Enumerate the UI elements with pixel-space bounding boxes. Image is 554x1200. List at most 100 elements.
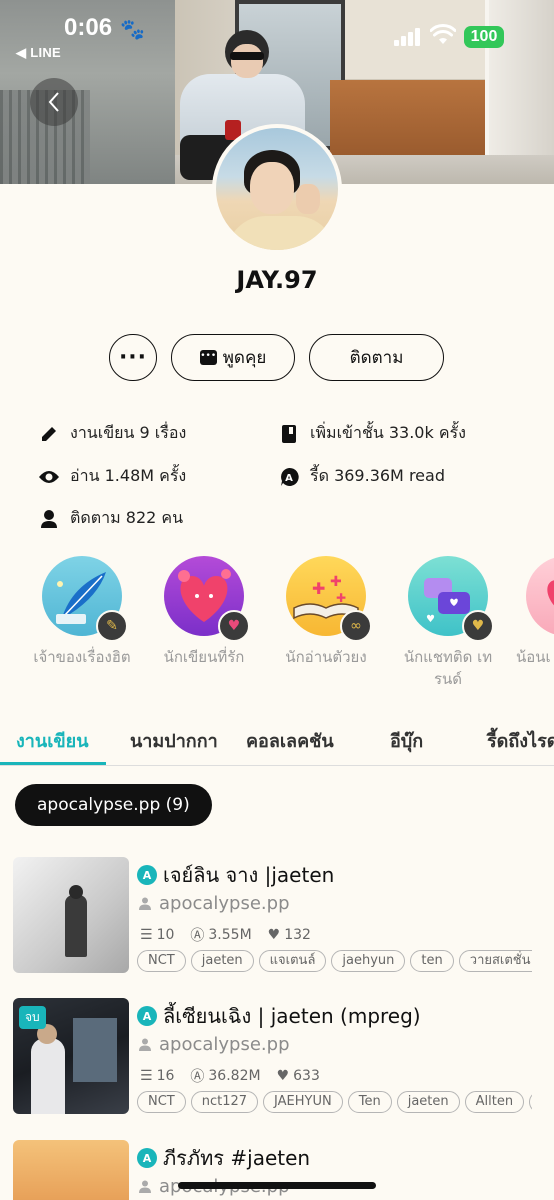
- tag[interactable]: แจเตนล์: [258, 950, 327, 972]
- tab-pen-names[interactable]: นามปากกา: [130, 726, 218, 755]
- book-cover[interactable]: [13, 857, 129, 973]
- badge-beloved-author[interactable]: ♥ นักเขียนที่รัก: [144, 556, 264, 668]
- readawrite-icon: A: [137, 1006, 157, 1026]
- chevron-left-icon: [48, 92, 59, 112]
- tag[interactable]: jaeten: [396, 1091, 460, 1113]
- tag[interactable]: NCT: [137, 1091, 186, 1113]
- stat-followers-text: ติดตาม 822 คน: [70, 508, 184, 527]
- list-icon: ☰: [140, 1068, 153, 1084]
- read-count-icon: Ⓐ: [190, 1069, 205, 1085]
- stat-reads-total: A รี้ด 369.36M read: [278, 464, 445, 489]
- badge-label: นักแชทติด เทรนด์: [403, 648, 493, 688]
- book-stats: ☰ 10 Ⓐ 3.55M ♥ 132: [140, 925, 311, 945]
- status-time: 0:06: [64, 14, 113, 41]
- person-icon: [139, 897, 151, 910]
- stat-works-text: งานเขียน 9 เรื่อง: [70, 423, 187, 442]
- book-author[interactable]: apocalypse.pp: [139, 1034, 290, 1055]
- chapter-count: 10: [156, 927, 175, 943]
- badge-trending-chatter[interactable]: ♥ ♥ นักแชทติด เทรนด์: [388, 556, 508, 690]
- list-icon: ☰: [140, 927, 153, 943]
- tag[interactable]: ten: [410, 950, 454, 972]
- book-title-text: ภีรภัทร #jaeten: [163, 1146, 311, 1170]
- book-author[interactable]: apocalypse.pp: [139, 893, 290, 914]
- readawrite-icon: A: [278, 466, 300, 488]
- person-icon: [38, 508, 60, 530]
- back-to-app-link[interactable]: ◀ LINE: [16, 45, 61, 61]
- tag[interactable]: Ten: [347, 1091, 392, 1113]
- eye-icon: [38, 466, 60, 488]
- tag-list: NCT jaeten แจเตนล์ jaehyun ten วายสเตชั่น: [137, 949, 532, 975]
- stat-library-text: เพิ่มเข้าชั้น 33.0k ครั้ง: [310, 423, 466, 442]
- read-count-icon: Ⓐ: [190, 928, 205, 944]
- like-count: 132: [284, 927, 311, 943]
- tag[interactable]: wa: [529, 1091, 532, 1113]
- readawrite-icon: A: [137, 1148, 157, 1168]
- wifi-icon: [430, 24, 456, 44]
- follow-button-label: ติดตาม: [349, 348, 404, 368]
- tag-list: NCTnct127JAEHYUNTenjaetenAlltenwa: [137, 1090, 532, 1116]
- battery-indicator: 100: [464, 26, 504, 48]
- badge-label: น้อนเ: [516, 648, 551, 666]
- completed-badge: จบ: [19, 1006, 46, 1029]
- avatar[interactable]: [212, 124, 342, 254]
- paw-icon: 🐾: [120, 17, 145, 41]
- book-cover[interactable]: [13, 1140, 129, 1200]
- book-title[interactable]: A ลี้เซียนเฉิง | jaeten (mpreg): [137, 1000, 421, 1032]
- chat-button-label: พูดคุย: [222, 348, 267, 368]
- heart-icon: [547, 580, 554, 606]
- like-count: 633: [293, 1068, 320, 1084]
- badge-hit-author[interactable]: ✎ เจ้าของเรื่องฮิต: [22, 556, 142, 668]
- stat-reads-text: อ่าน 1.48M ครั้ง: [70, 466, 187, 485]
- tab-collections[interactable]: คอลเลคชัน: [246, 726, 334, 755]
- back-button[interactable]: [30, 78, 78, 126]
- chat-button[interactable]: ••• พูดคุย: [171, 334, 295, 381]
- tab-works[interactable]: งานเขียน: [16, 726, 89, 755]
- person-icon: [139, 1180, 151, 1193]
- tag[interactable]: JAEHYUN: [263, 1091, 343, 1113]
- stat-followers: ติดตาม 822 คน: [38, 506, 183, 531]
- badge-partial[interactable]: น้อนเ: [510, 556, 554, 668]
- tag[interactable]: jaehyun: [331, 950, 406, 972]
- profile-username: JAY.97: [236, 266, 318, 294]
- svg-text:✚: ✚: [336, 591, 346, 605]
- profile-tabs: งานเขียน นามปากกา คอลเลคชัน อีบุ๊ก รี้ดถ…: [0, 718, 554, 766]
- signal-icon: [394, 28, 422, 46]
- home-indicator[interactable]: [178, 1182, 376, 1189]
- badge-label: นักเขียนที่รัก: [163, 648, 245, 666]
- readawrite-icon: A: [137, 865, 157, 885]
- list-item[interactable]: A ภีรภัทร #jaeten apocalypse.pp: [13, 1140, 554, 1200]
- stat-library: เพิ่มเข้าชั้น 33.0k ครั้ง: [278, 421, 466, 446]
- list-item[interactable]: จบ A ลี้เซียนเฉิง | jaeten (mpreg) apoca…: [13, 998, 554, 1118]
- stat-reads: อ่าน 1.48M ครั้ง: [38, 464, 186, 489]
- tag[interactable]: nct127: [190, 1091, 259, 1113]
- book-cover[interactable]: จบ: [13, 998, 129, 1114]
- tab-reads[interactable]: รี้ดถึงไรด: [487, 726, 554, 755]
- tag[interactable]: Allten: [464, 1091, 525, 1113]
- read-count: 3.55M: [208, 927, 252, 943]
- book-title[interactable]: A ภีรภัทร #jaeten: [137, 1142, 310, 1174]
- tab-ebooks[interactable]: อีบุ๊ก: [390, 726, 423, 755]
- tag[interactable]: NCT: [137, 950, 186, 972]
- status-bar: 0:06 🐾 ◀ LINE 100: [0, 0, 554, 60]
- person-icon: [139, 1038, 151, 1051]
- pencil-icon: [38, 423, 60, 445]
- heart-icon: ♥: [276, 1068, 290, 1084]
- book-title[interactable]: A เจย์ลิน จาง |jaeten: [137, 859, 334, 891]
- svg-text:✚: ✚: [330, 574, 342, 590]
- book-stats: ☰ 16 Ⓐ 36.82M ♥ 633: [140, 1066, 320, 1086]
- book-author-text: apocalypse.pp: [159, 1034, 290, 1055]
- chat-icon: •••: [199, 350, 217, 365]
- stat-works: งานเขียน 9 เรื่อง: [38, 421, 186, 446]
- tag[interactable]: jaeten: [190, 950, 254, 972]
- pen-name-filter-pill[interactable]: apocalypse.pp (9): [15, 784, 212, 826]
- follow-button[interactable]: ติดตาม: [309, 334, 444, 381]
- more-options-button[interactable]: ···: [109, 334, 157, 381]
- tag[interactable]: วายสเตชั่น: [458, 950, 532, 972]
- svg-text:✚: ✚: [312, 579, 325, 598]
- heart-icon: ♥: [267, 927, 281, 943]
- list-item[interactable]: A เจย์ลิน จาง |jaeten apocalypse.pp ☰ 10 …: [13, 857, 554, 977]
- book-title-text: ลี้เซียนเฉิง | jaeten (mpreg): [163, 1004, 421, 1028]
- badge-avid-reader[interactable]: ✚ ✚ ✚ ∞ นักอ่านตัวยง: [266, 556, 386, 668]
- svg-text:♥: ♥: [426, 614, 435, 625]
- book-title-text: เจย์ลิน จาง |jaeten: [163, 863, 335, 887]
